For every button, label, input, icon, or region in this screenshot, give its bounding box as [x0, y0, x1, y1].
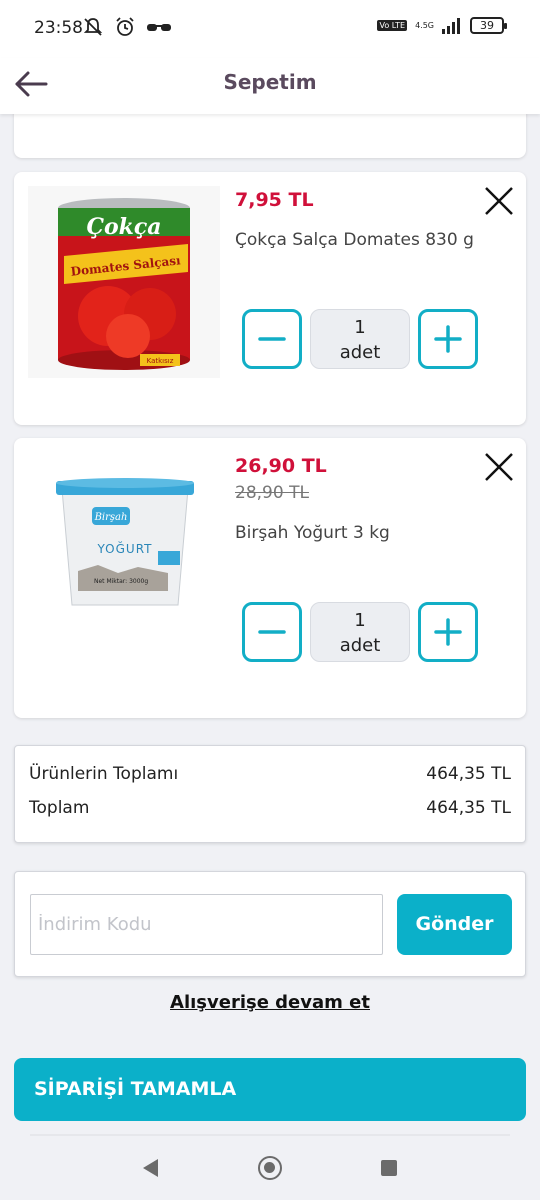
- can-tag-text: Katkısız: [147, 357, 174, 365]
- continue-shopping-link[interactable]: Alışverişe devam et: [0, 992, 540, 1013]
- product-name: Çokça Salça Domates 830 g: [235, 230, 474, 250]
- discount-section: Gönder: [14, 871, 526, 977]
- decrease-quantity-button[interactable]: [242, 309, 302, 369]
- quantity-display: 1 adet: [310, 309, 410, 369]
- yogurt-tub-image: Birşah YOĞURT Net Miktar: 3000g: [28, 473, 220, 623]
- incognito-glasses-icon: [147, 24, 171, 31]
- quantity-stepper: 1 adet: [242, 602, 478, 662]
- subtotal-label: Ürünlerin Toplamı: [29, 764, 179, 784]
- signal-icon: [442, 17, 460, 34]
- tub-brand-text: Birşah: [94, 512, 128, 523]
- item-old-price: 28,90 TL: [235, 483, 309, 503]
- status-icons-left: [82, 16, 172, 38]
- remove-item-button[interactable]: [482, 184, 516, 218]
- product-image: Çokça Domates Salçası Katkısız: [28, 186, 220, 378]
- plus-icon: [434, 618, 462, 646]
- page-title: Sepetim: [223, 70, 317, 94]
- increase-quantity-button[interactable]: [418, 602, 478, 662]
- quantity-unit: adet: [339, 635, 381, 656]
- cart-item: Çokça Domates Salçası Katkısız 7,95 TL Ç…: [14, 172, 526, 425]
- quantity-display: 1 adet: [310, 602, 410, 662]
- minus-icon: [258, 630, 286, 634]
- totals-summary: Ürünlerin Toplamı 464,35 TL Toplam 464,3…: [14, 745, 526, 843]
- total-value: 464,35 TL: [426, 798, 511, 818]
- plus-icon: [434, 325, 462, 353]
- tub-tag-text: Net Miktar: 3000g: [94, 578, 148, 585]
- item-price: 7,95 TL: [235, 189, 314, 211]
- can-brand-text: Çokça: [86, 214, 161, 240]
- total-row: Toplam 464,35 TL: [29, 798, 511, 818]
- cart-item: Birşah YOĞURT Net Miktar: 3000g 26,90 TL…: [14, 438, 526, 718]
- subtotal-row: Ürünlerin Toplamı 464,35 TL: [29, 764, 511, 784]
- nav-home-icon[interactable]: [258, 1156, 282, 1180]
- quantity-unit: adet: [339, 342, 381, 363]
- muted-notification-icon: [83, 18, 103, 36]
- volte-icon: Vo LTE: [377, 20, 408, 31]
- nav-back-icon[interactable]: [142, 1158, 160, 1178]
- item-price: 26,90 TL: [235, 455, 327, 477]
- close-icon: [485, 187, 513, 215]
- network-type: 4.5G: [415, 21, 434, 30]
- close-icon: [485, 453, 513, 481]
- complete-order-button[interactable]: SİPARİŞİ TAMAMLA: [14, 1058, 526, 1121]
- status-time: 23:58: [34, 18, 83, 38]
- minus-icon: [258, 337, 286, 341]
- alarm-icon: [116, 17, 134, 36]
- nav-recents-icon[interactable]: [381, 1160, 397, 1176]
- quantity-value: 1: [354, 610, 366, 631]
- battery-icon: 39: [470, 17, 507, 34]
- subtotal-value: 464,35 TL: [426, 764, 511, 784]
- system-nav-bar: [0, 1136, 540, 1200]
- decrease-quantity-button[interactable]: [242, 602, 302, 662]
- total-label: Toplam: [29, 798, 90, 818]
- increase-quantity-button[interactable]: [418, 309, 478, 369]
- quantity-value: 1: [354, 317, 366, 338]
- status-bar: 23:58 Vo LTE 4.5G 39: [0, 0, 540, 58]
- quantity-stepper: 1 adet: [242, 309, 478, 369]
- tub-label-text: YOĞURT: [97, 541, 153, 556]
- app-header: Sepetim: [0, 58, 540, 114]
- remove-item-button[interactable]: [482, 450, 516, 484]
- tomato-paste-can-image: Çokça Domates Salçası Katkısız: [28, 186, 220, 378]
- status-icons-right: Vo LTE 4.5G 39: [377, 17, 507, 34]
- discount-code-input[interactable]: [30, 894, 383, 955]
- product-image: Birşah YOĞURT Net Miktar: 3000g: [28, 473, 220, 665]
- product-name: Birşah Yoğurt 3 kg: [235, 523, 390, 543]
- send-discount-button[interactable]: Gönder: [397, 894, 512, 955]
